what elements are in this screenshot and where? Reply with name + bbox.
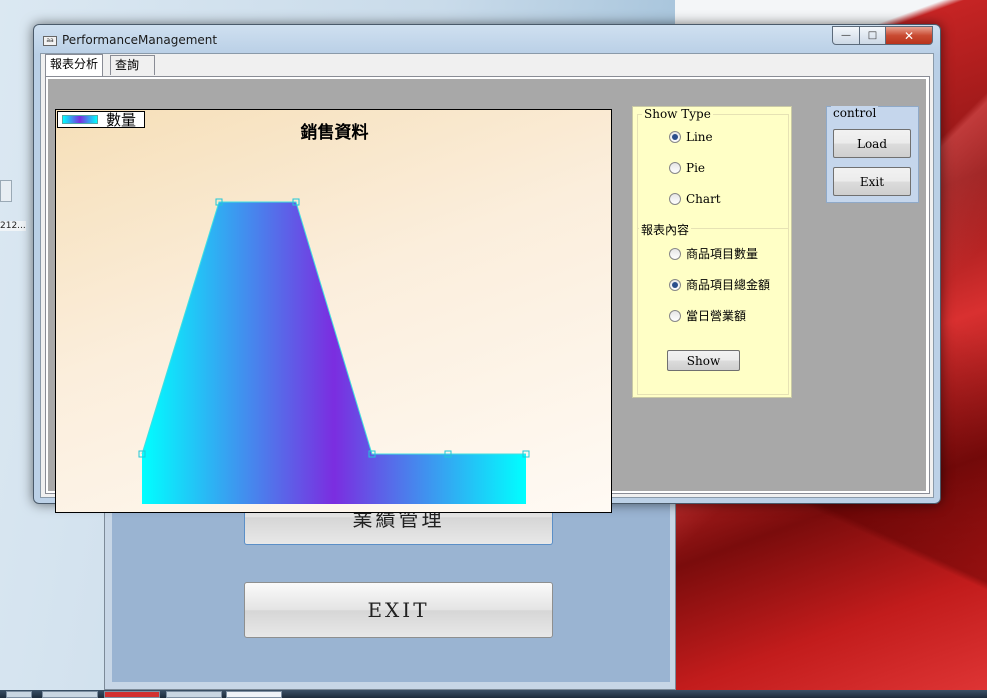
desktop-file-icon[interactable] [0, 180, 12, 202]
radio-chart[interactable]: Chart [669, 192, 721, 206]
radio-line-label: Line [686, 130, 713, 144]
app-icon: aa [43, 36, 57, 46]
minimize-button[interactable]: — [832, 26, 860, 45]
radio-item-quantity-label: 商品項目數量 [686, 247, 759, 261]
radio-line[interactable]: Line [669, 130, 713, 144]
legend-swatch [62, 115, 98, 124]
chart-plot-area [138, 198, 530, 504]
window-client: 報表分析 查詢 銷售資料 數量 Show Type Line Pie Chart… [40, 53, 934, 513]
taskbar-item[interactable] [104, 691, 160, 698]
report-content-legend: 報表內容 [639, 221, 692, 238]
taskbar-item-active[interactable] [226, 691, 282, 698]
radio-pie-label: Pie [686, 161, 706, 175]
taskbar-item[interactable] [166, 691, 222, 698]
control-legend: control [831, 106, 879, 120]
taskbar-item[interactable] [42, 691, 98, 698]
radio-item-quantity[interactable]: 商品項目數量 [669, 245, 758, 262]
radio-item-quantity-indicator[interactable] [669, 247, 681, 260]
sales-chart: 銷售資料 數量 [55, 109, 612, 513]
maximize-button[interactable]: □ [859, 26, 886, 45]
chart-legend: 數量 [57, 111, 145, 129]
close-button[interactable]: ✕ [885, 26, 933, 45]
radio-daily-revenue-indicator[interactable] [669, 309, 681, 322]
series-area [142, 202, 526, 504]
radio-chart-label: Chart [686, 192, 721, 206]
window-title: PerformanceManagement [62, 33, 218, 47]
taskbar-start-item[interactable] [6, 691, 32, 698]
radio-daily-revenue-label: 當日營業額 [686, 309, 747, 323]
desktop-icon-label: 212... [0, 221, 26, 231]
radio-item-total-label: 商品項目總金額 [686, 278, 771, 292]
radio-pie-indicator[interactable] [669, 162, 681, 174]
load-button[interactable]: Load [833, 129, 911, 158]
background-window-client: 業績管理 EXIT [112, 490, 670, 682]
exit-button[interactable]: Exit [833, 167, 911, 196]
radio-line-indicator[interactable] [669, 131, 681, 143]
tab-report-analysis[interactable]: 報表分析 [45, 54, 104, 76]
show-button[interactable]: Show [667, 350, 740, 371]
tab-query[interactable]: 查詢 [110, 55, 155, 75]
main-window: aa PerformanceManagement — □ ✕ 報表分析 查詢 銷… [33, 24, 941, 513]
legend-series-name: 數量 [106, 111, 137, 129]
radio-chart-indicator[interactable] [669, 193, 681, 205]
exit-button-large[interactable]: EXIT [244, 582, 553, 638]
radio-item-total-indicator[interactable] [669, 278, 681, 291]
show-type-legend: Show Type [642, 107, 713, 121]
show-type-group: Show Type [637, 107, 789, 229]
radio-pie[interactable]: Pie [669, 161, 705, 175]
radio-item-total[interactable]: 商品項目總金額 [669, 276, 770, 293]
radio-daily-revenue[interactable]: 當日營業額 [669, 307, 746, 324]
